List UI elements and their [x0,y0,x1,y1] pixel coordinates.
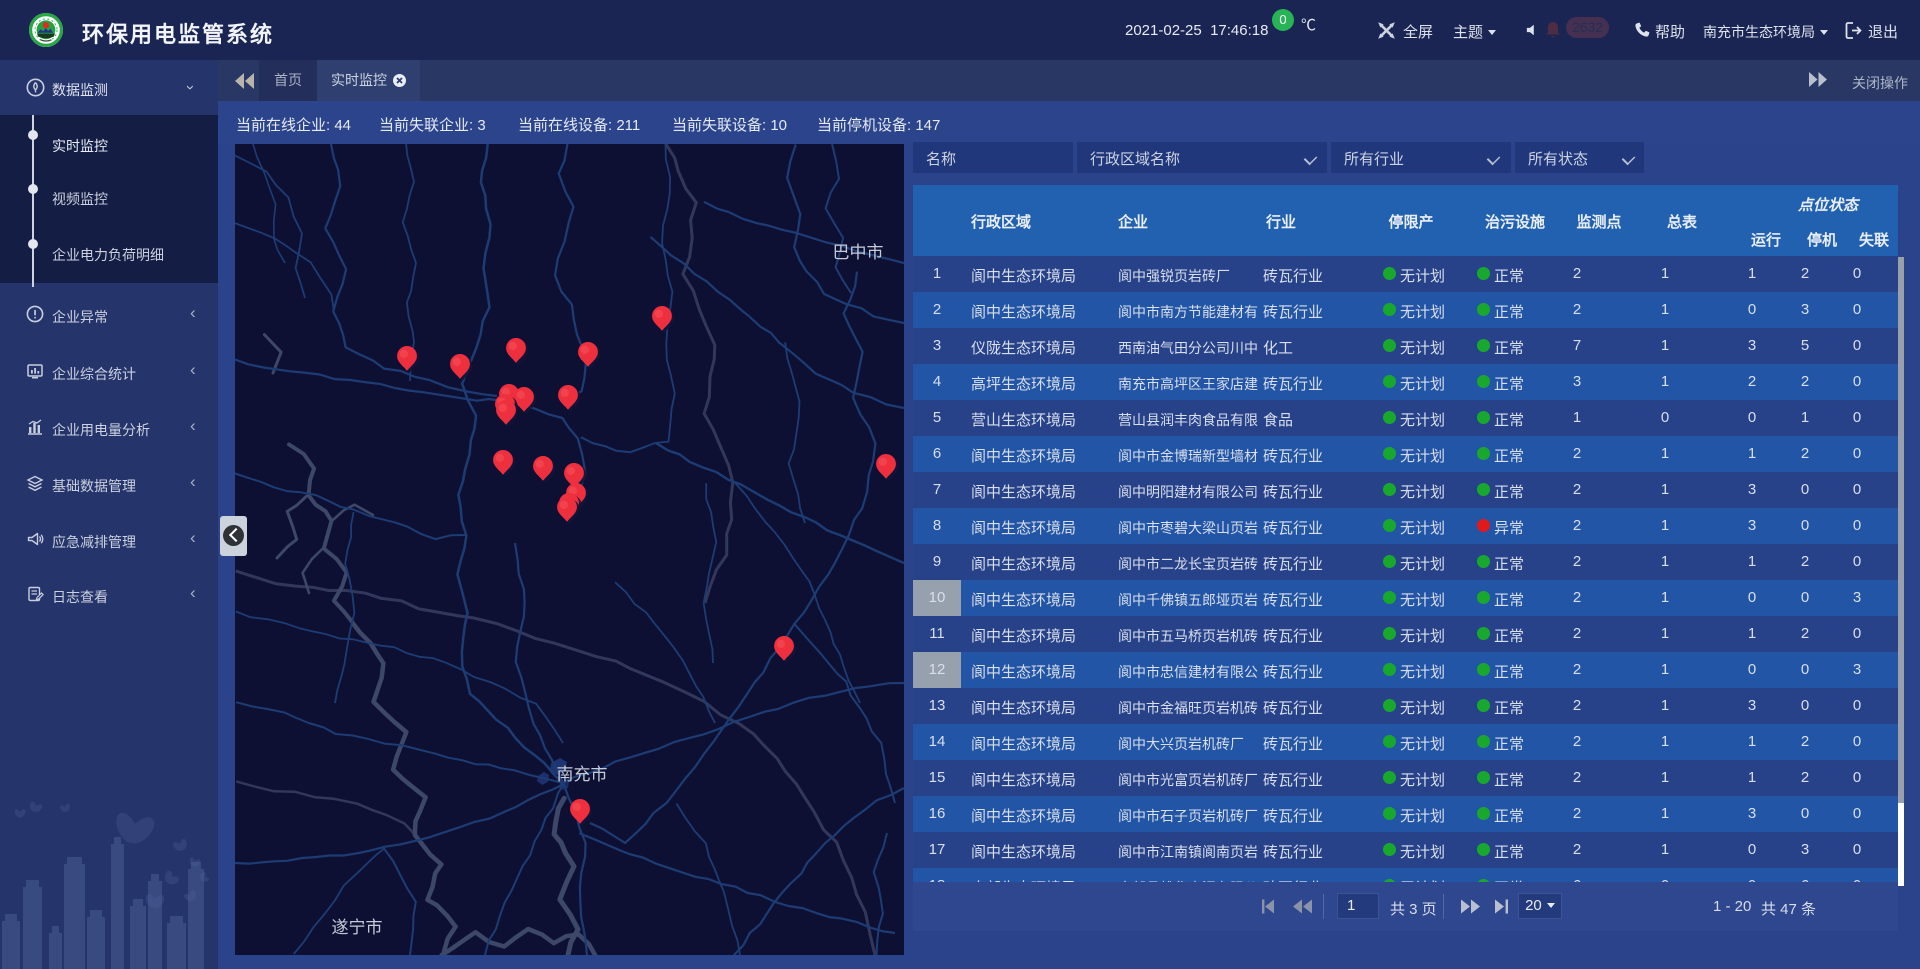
svg-text:巴中市: 巴中市 [833,243,884,262]
svg-text:遂宁市: 遂宁市 [332,918,383,937]
svg-text:南充市: 南充市 [557,765,608,784]
